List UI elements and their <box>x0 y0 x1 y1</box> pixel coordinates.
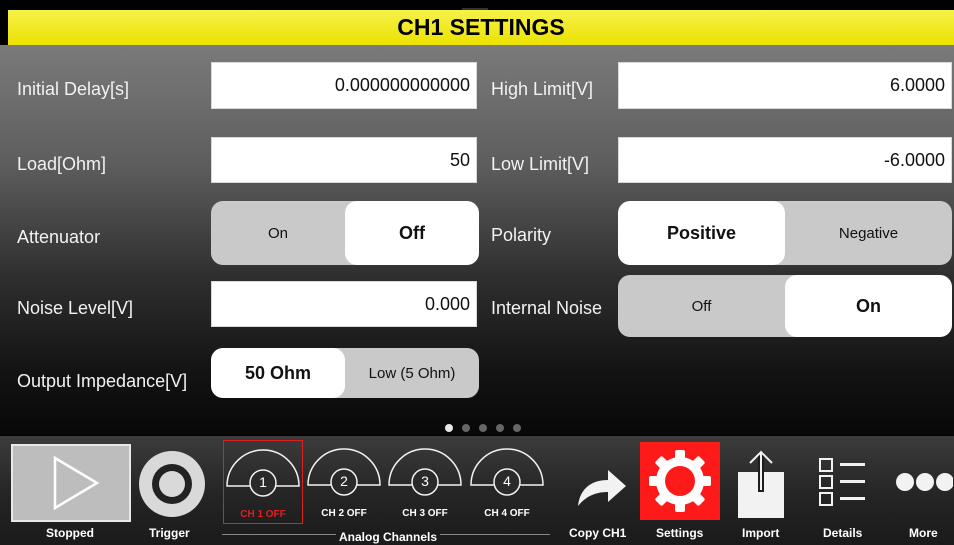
trigger-label: Trigger <box>149 526 190 540</box>
channel-2-button[interactable]: 2 CH 2 OFF <box>305 440 385 524</box>
load-label: Load[Ohm] <box>17 154 107 174</box>
channel-2-number: 2 <box>340 473 348 489</box>
import-icon <box>738 450 784 518</box>
settings-label: Settings <box>656 526 704 540</box>
import-button[interactable] <box>736 448 786 520</box>
internal-noise-toggle: Off On <box>618 275 952 337</box>
low-limit-label: Low Limit[V] <box>491 154 590 174</box>
initial-delay-field[interactable]: 0.000000000000 <box>211 62 477 109</box>
trigger-button[interactable] <box>137 449 207 519</box>
output-impedance-50ohm-option[interactable]: 50 Ohm <box>211 348 345 398</box>
settings-button[interactable] <box>640 442 720 520</box>
noise-level-field[interactable]: 0.000 <box>211 281 477 327</box>
trigger-icon <box>139 451 205 517</box>
play-icon <box>11 444 131 522</box>
page-dot[interactable] <box>462 424 470 432</box>
polarity-positive-option[interactable]: Positive <box>618 201 785 265</box>
low-limit-field[interactable]: -6.0000 <box>618 137 952 183</box>
import-label: Import <box>742 526 780 540</box>
copy-channel-label: Copy CH1 <box>569 526 627 540</box>
settings-panel: Initial Delay[s] 0.000000000000 Load[Ohm… <box>0 45 954 435</box>
channel-1-button[interactable]: 1 CH 1 OFF <box>223 440 303 524</box>
channel-4-icon <box>470 448 544 496</box>
details-label: Details <box>823 526 863 540</box>
initial-delay-label: Initial Delay[s] <box>17 79 130 99</box>
page-title: CH1 SETTINGS <box>8 10 954 45</box>
bottom-toolbar: Stopped Trigger 1 CH 1 OFF 2 CH 2 OFF 3 … <box>0 436 954 545</box>
polarity-label: Polarity <box>491 225 552 245</box>
channel-4-status: CH 4 OFF <box>484 508 530 519</box>
polarity-toggle: Positive Negative <box>618 201 952 265</box>
output-impedance-toggle: 50 Ohm Low (5 Ohm) <box>211 348 479 398</box>
page-dot[interactable] <box>479 424 487 432</box>
analog-channels-label: Analog Channels <box>336 530 441 544</box>
noise-level-label: Noise Level[V] <box>17 298 134 318</box>
output-impedance-label: Output Impedance[V] <box>17 371 188 391</box>
channel-4-number: 4 <box>503 473 511 489</box>
attenuator-on-option[interactable]: On <box>211 201 345 265</box>
page-dot[interactable] <box>513 424 521 432</box>
channel-3-status: CH 3 OFF <box>402 508 448 519</box>
channel-4-button[interactable]: 4 CH 4 OFF <box>468 440 548 524</box>
details-button[interactable] <box>817 456 869 508</box>
attenuator-toggle: On Off <box>211 201 479 265</box>
load-field[interactable]: 50 <box>211 137 477 183</box>
channel-1-status: CH 1 OFF <box>240 509 286 520</box>
channel-1-number: 1 <box>259 474 267 490</box>
copy-channel-button[interactable] <box>570 462 630 512</box>
more-button[interactable] <box>895 470 954 494</box>
page-dot[interactable] <box>445 424 453 432</box>
high-limit-field[interactable]: 6.0000 <box>618 62 952 109</box>
page-dot[interactable] <box>496 424 504 432</box>
internal-noise-off-option[interactable]: Off <box>618 275 785 337</box>
high-limit-label: High Limit[V] <box>491 79 594 99</box>
attenuator-label: Attenuator <box>17 227 101 247</box>
internal-noise-label: Internal Noise <box>491 298 603 318</box>
gear-icon <box>649 450 711 512</box>
channel-3-button[interactable]: 3 CH 3 OFF <box>386 440 466 524</box>
share-arrow-icon <box>578 470 626 506</box>
page-indicator[interactable] <box>445 424 521 432</box>
internal-noise-on-option[interactable]: On <box>785 275 952 337</box>
more-label: More <box>909 526 938 540</box>
attenuator-off-option[interactable]: Off <box>345 201 479 265</box>
channel-2-icon <box>307 448 381 496</box>
channel-2-status: CH 2 OFF <box>321 508 367 519</box>
polarity-negative-option[interactable]: Negative <box>785 201 952 265</box>
stopped-label: Stopped <box>46 526 94 540</box>
app-window: CH1 SETTINGS Initial Delay[s] 0.00000000… <box>0 0 954 545</box>
run-stop-button[interactable] <box>11 444 131 522</box>
details-list-icon <box>819 458 865 506</box>
channel-1-icon <box>226 449 300 497</box>
channel-3-number: 3 <box>421 473 429 489</box>
output-impedance-low-option[interactable]: Low (5 Ohm) <box>345 348 479 398</box>
more-dots-icon <box>896 473 954 491</box>
channel-3-icon <box>388 448 462 496</box>
